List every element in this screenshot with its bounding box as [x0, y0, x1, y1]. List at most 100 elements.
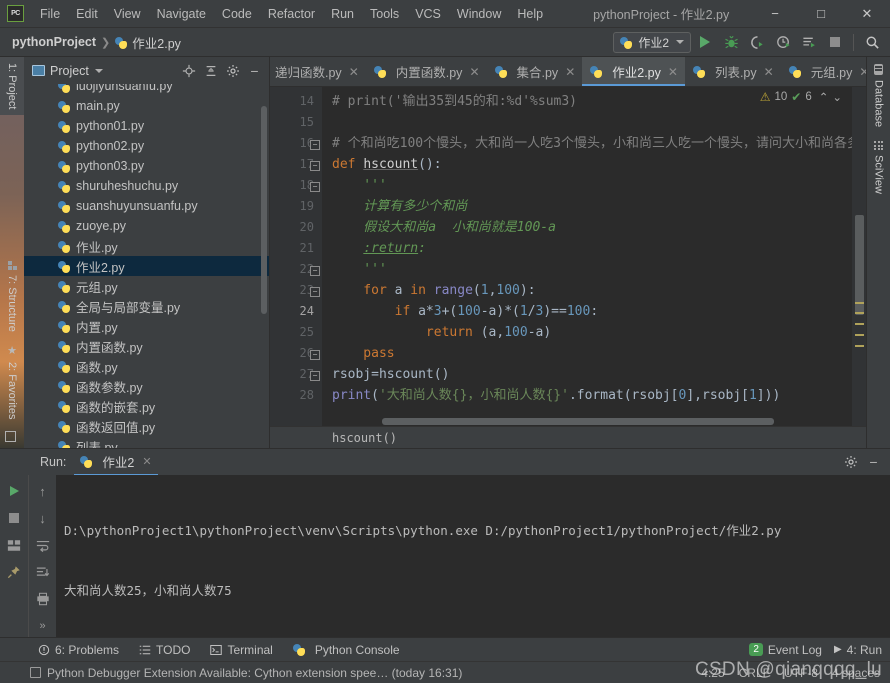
indent-setting[interactable]: 4 spaces: [832, 666, 880, 680]
stop-process-button[interactable]: [3, 507, 25, 529]
breadcrumb-project[interactable]: pythonProject: [12, 35, 96, 49]
tree-file-全局与局部变量.py[interactable]: 全局与局部变量.py: [24, 296, 269, 316]
tool-button-problems[interactable]: 6: Problems: [38, 643, 119, 657]
code-line-22[interactable]: ''': [322, 259, 866, 280]
project-settings-button[interactable]: [222, 60, 243, 81]
window-layout-icon[interactable]: [5, 431, 16, 442]
tree-file-函数返回值.py[interactable]: 函数返回值.py: [24, 416, 269, 436]
editor-tab-内置函数.py[interactable]: 内置函数.py✕: [366, 57, 487, 86]
fold-marker-23[interactable]: −: [310, 287, 320, 297]
run-console-output[interactable]: D:\pythonProject1\pythonProject\venv\Scr…: [56, 475, 890, 637]
line-separator[interactable]: CRLF: [739, 666, 770, 680]
run-settings-button[interactable]: [840, 452, 861, 473]
close-button[interactable]: ✕: [844, 0, 890, 27]
marker-warning[interactable]: [855, 312, 864, 314]
tree-file-列表.py[interactable]: 列表.py: [24, 436, 269, 448]
code-content[interactable]: # print('输出35到45的和:%d'%sum3) # 个和尚吃100个慢…: [322, 87, 866, 426]
menu-navigate[interactable]: Navigate: [149, 3, 214, 25]
close-icon[interactable]: ✕: [469, 65, 479, 79]
menu-run[interactable]: Run: [323, 3, 362, 25]
marker-warning[interactable]: [855, 323, 864, 325]
fold-marker-18[interactable]: −: [310, 182, 320, 192]
next-problem-icon[interactable]: ⌄: [832, 90, 842, 104]
hide-panel-button[interactable]: −: [244, 60, 265, 81]
editor-vertical-scrollbar[interactable]: [855, 215, 864, 315]
editor-tab-作业2.py[interactable]: 作业2.py✕: [582, 57, 685, 86]
next-occurrence-button[interactable]: ↓: [32, 507, 54, 529]
tool-button-python-console[interactable]: Python Console: [293, 643, 400, 657]
code-line-18[interactable]: ''': [322, 175, 866, 196]
close-icon[interactable]: ✕: [565, 65, 575, 79]
menu-vcs[interactable]: VCS: [407, 3, 449, 25]
minimize-button[interactable]: −: [752, 0, 798, 27]
tree-file-函数参数.py[interactable]: 函数参数.py: [24, 376, 269, 396]
run-configuration-selector[interactable]: 作业2: [613, 32, 691, 53]
fold-marker-26[interactable]: −: [310, 371, 320, 381]
soft-wrap-button[interactable]: [32, 534, 54, 556]
tree-file-函数的嵌套.py[interactable]: 函数的嵌套.py: [24, 396, 269, 416]
code-line-17[interactable]: def hscount():: [322, 154, 866, 175]
status-message[interactable]: Python Debugger Extension Available: Cyt…: [47, 666, 462, 680]
scroll-to-end-button[interactable]: [32, 561, 54, 583]
code-line-23[interactable]: for a in range(1,100):: [322, 280, 866, 301]
close-icon[interactable]: ✕: [349, 65, 359, 79]
editor-marker-bar[interactable]: [852, 87, 866, 426]
inspection-widget[interactable]: ⚠ 10 ✔ 6 ⌃ ⌄: [760, 90, 842, 104]
tree-file-函数.py[interactable]: 函数.py: [24, 356, 269, 376]
run-hide-button[interactable]: −: [863, 452, 884, 473]
caret-position[interactable]: 4:25: [701, 666, 724, 680]
tree-file-suanshuyunsuanfu.py[interactable]: suanshuyunsuanfu.py: [24, 196, 269, 216]
print-button[interactable]: [32, 588, 54, 610]
marker-warning[interactable]: [855, 345, 864, 347]
search-everywhere-button[interactable]: [860, 31, 884, 53]
notification-icon[interactable]: [30, 667, 41, 678]
tree-file-元组.py[interactable]: 元组.py: [24, 276, 269, 296]
tree-file-python03.py[interactable]: python03.py: [24, 156, 269, 176]
tree-file-shuruheshuchu.py[interactable]: shuruheshuchu.py: [24, 176, 269, 196]
menu-code[interactable]: Code: [214, 3, 260, 25]
tree-file-python02.py[interactable]: python02.py: [24, 136, 269, 156]
project-tree-scrollbar[interactable]: [261, 106, 267, 314]
maximize-button[interactable]: □: [798, 0, 844, 27]
close-icon[interactable]: ✕: [668, 65, 678, 79]
sidebar-item-database[interactable]: Database: [869, 57, 889, 134]
pin-tab-button[interactable]: [3, 561, 25, 583]
previous-occurrence-button[interactable]: ↑: [32, 480, 54, 502]
editor-tab-集合.py[interactable]: 集合.py✕: [487, 57, 583, 86]
marker-warning[interactable]: [855, 334, 864, 336]
file-encoding[interactable]: UTF-8: [784, 666, 818, 680]
menu-help[interactable]: Help: [509, 3, 551, 25]
sidebar-item-favorites[interactable]: ★ 2: Favorites: [0, 338, 24, 425]
code-line-26[interactable]: pass: [322, 343, 866, 364]
code-line-25[interactable]: return (a,100-a): [322, 322, 866, 343]
more-actions-button[interactable]: »: [32, 615, 54, 637]
code-line-15[interactable]: [322, 112, 866, 133]
profile-button[interactable]: [771, 31, 795, 53]
stop-button[interactable]: [823, 31, 847, 53]
menu-view[interactable]: View: [106, 3, 149, 25]
marker-warning[interactable]: [855, 302, 864, 304]
rerun-button[interactable]: [3, 480, 25, 502]
editor-horizontal-scrollbar[interactable]: [382, 418, 774, 425]
tool-button-terminal[interactable]: Terminal: [210, 643, 272, 657]
editor-breadcrumb[interactable]: hscount(): [270, 426, 866, 448]
editor-gutter[interactable]: 141516171819202122232425262728 − − − − −…: [270, 87, 322, 426]
tree-file-main.py[interactable]: main.py: [24, 96, 269, 116]
chevron-down-icon[interactable]: [95, 69, 103, 73]
code-line-28[interactable]: print('大和尚人数{}，小和尚人数{}'.format(rsobj[0],…: [322, 385, 866, 406]
sidebar-item-project[interactable]: 1: Project: [0, 57, 24, 115]
tree-file-python01.py[interactable]: python01.py: [24, 116, 269, 136]
sidebar-item-sciview[interactable]: SciView: [869, 134, 889, 201]
code-line-16[interactable]: # 个和尚吃100个慢头，大和尚一人吃3个慢头，小和尚三人吃一个慢头，请问大小和…: [322, 133, 866, 154]
menu-refactor[interactable]: Refactor: [260, 3, 323, 25]
editor-tab-递归函数.py[interactable]: 递归函数.py✕: [270, 57, 366, 86]
editor-tab-元组.py[interactable]: 元组.py✕: [781, 57, 866, 86]
fold-marker-16[interactable]: −: [310, 140, 320, 150]
run-button[interactable]: [693, 31, 717, 53]
tree-file-作业2.py[interactable]: 作业2.py: [24, 256, 269, 276]
run-tab-active[interactable]: 作业2 ✕: [74, 449, 157, 475]
tree-file-内置函数.py[interactable]: 内置函数.py: [24, 336, 269, 356]
code-line-20[interactable]: 假设大和尚a 小和尚就是100-a: [322, 217, 866, 238]
code-line-27[interactable]: rsobj=hscount(): [322, 364, 866, 385]
code-line-19[interactable]: 计算有多少个和尚: [322, 196, 866, 217]
